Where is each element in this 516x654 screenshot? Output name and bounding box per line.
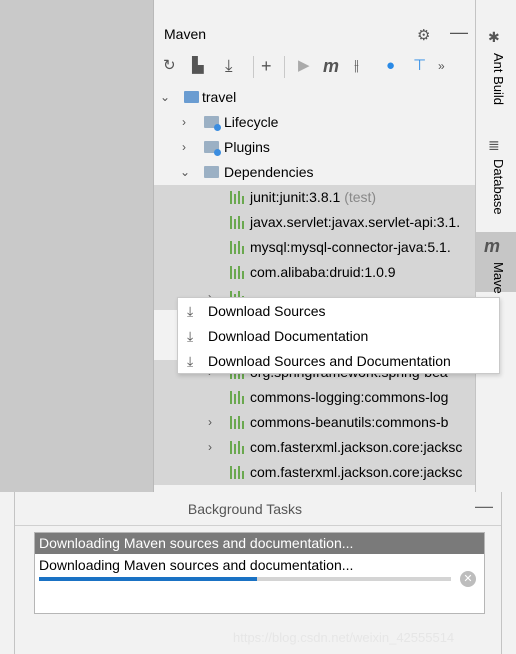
toggle-offline-icon[interactable]: ⫲ (354, 57, 359, 75)
library-icon (230, 441, 244, 454)
task-status-text: Downloading Maven sources and documentat… (39, 557, 354, 573)
maven-panel-title: Maven (164, 26, 207, 42)
dependency-item[interactable]: mysql:mysql-connector-java:5.1. (154, 235, 476, 260)
dependencies-folder-icon (204, 166, 219, 178)
chevron-down-icon[interactable]: ⌄ (160, 85, 170, 110)
dependency-item[interactable]: commons-logging:commons-log (154, 385, 476, 410)
tab-database[interactable]: ≣ Database (476, 135, 516, 230)
library-icon (230, 241, 244, 254)
background-tasks-title: Background Tasks (187, 501, 303, 517)
maven-toolbar: ↻ ▙ ⤓ + ▶ m ⫲ ● ⊤ » (154, 52, 476, 82)
maven-tool-window: Maven ⚙ — ↻ ▙ ⤓ + ▶ m ⫲ ● ⊤ » ⌄ travel ›… (153, 0, 476, 492)
cancel-task-button[interactable]: ✕ (460, 571, 476, 587)
execute-goal-icon[interactable]: m (323, 57, 339, 75)
reload-icon[interactable]: ↻ (163, 57, 176, 75)
dependency-item[interactable]: junit:junit:3.8.1 (test) (154, 185, 476, 210)
menu-download-sources[interactable]: ⤓ Download Sources (178, 299, 499, 324)
skip-tests-icon[interactable]: ● (386, 57, 395, 75)
download-icon[interactable]: ⤓ (225, 57, 233, 75)
maven-icon: m (484, 236, 501, 256)
tree-dependencies-node[interactable]: ⌄ Dependencies (154, 160, 476, 185)
dependency-item[interactable]: com.alibaba:druid:1.0.9 (154, 260, 476, 285)
add-icon[interactable]: + (261, 57, 272, 75)
chevron-right-icon[interactable]: › (208, 410, 212, 435)
chevron-right-icon[interactable]: › (182, 135, 186, 160)
download-context-menu: ⤓ Download Sources ⤓ Download Documentat… (177, 297, 500, 374)
run-icon[interactable]: ▶ (298, 57, 310, 75)
task-item: Downloading Maven sources and documentat… (34, 532, 485, 614)
chevron-right-icon[interactable]: › (208, 435, 212, 460)
menu-download-documentation[interactable]: ⤓ Download Documentation (178, 324, 499, 349)
maven-project-icon (184, 91, 199, 103)
library-icon (230, 391, 244, 404)
generate-sources-icon[interactable]: ▙ (192, 57, 204, 75)
library-icon (230, 266, 244, 279)
chevron-right-icon[interactable]: › (182, 110, 186, 135)
download-icon: ⤓ (187, 303, 194, 319)
lifecycle-folder-icon (204, 116, 221, 131)
dependency-item[interactable]: › com.fasterxml.jackson.core:jacksc (154, 435, 476, 460)
library-icon (230, 416, 244, 429)
minimize-icon[interactable]: — (475, 496, 493, 517)
menu-download-sources-and-documentation[interactable]: ⤓ Download Sources and Documentation (178, 349, 499, 374)
chevron-down-icon[interactable]: ⌄ (180, 160, 190, 185)
background-tasks-panel: Background Tasks — Downloading Maven sou… (14, 492, 502, 654)
library-icon (230, 466, 244, 479)
maven-panel-header: Maven ⚙ — (154, 20, 476, 50)
gear-icon[interactable]: ⚙ (417, 26, 430, 44)
more-icon[interactable]: » (438, 57, 445, 75)
download-icon: ⤓ (187, 353, 194, 369)
tab-maven[interactable]: m Mave (476, 232, 516, 294)
right-tool-strip: ✱ Ant Build ≣ Database m Mave (475, 0, 516, 492)
tab-ant-build[interactable]: ✱ Ant Build (476, 25, 516, 135)
show-dependencies-icon[interactable]: ⊤ (413, 57, 426, 75)
tree-plugins-node[interactable]: › Plugins (154, 135, 476, 160)
background-tasks-header: Background Tasks — (15, 492, 501, 526)
dependency-item[interactable]: › commons-beanutils:commons-b (154, 410, 476, 435)
ant-icon: ✱ (488, 29, 500, 45)
progress-bar (39, 577, 451, 581)
library-icon (230, 216, 244, 229)
database-icon: ≣ (488, 137, 500, 153)
minimize-icon[interactable]: — (450, 22, 468, 43)
download-icon: ⤓ (187, 328, 194, 344)
editor-area (0, 0, 153, 492)
progress-fill (39, 577, 258, 581)
plugins-folder-icon (204, 141, 221, 156)
watermark-text: https://blog.csdn.net/weixin_42555514 (233, 630, 455, 645)
dependency-item[interactable]: javax.servlet:javax.servlet-api:3.1. (154, 210, 476, 235)
dependency-item[interactable]: com.fasterxml.jackson.core:jacksc (154, 460, 476, 485)
tree-project-node[interactable]: ⌄ travel (154, 85, 476, 110)
library-icon (230, 191, 244, 204)
tree-lifecycle-node[interactable]: › Lifecycle (154, 110, 476, 135)
task-title-bar: Downloading Maven sources and documentat… (35, 533, 484, 554)
